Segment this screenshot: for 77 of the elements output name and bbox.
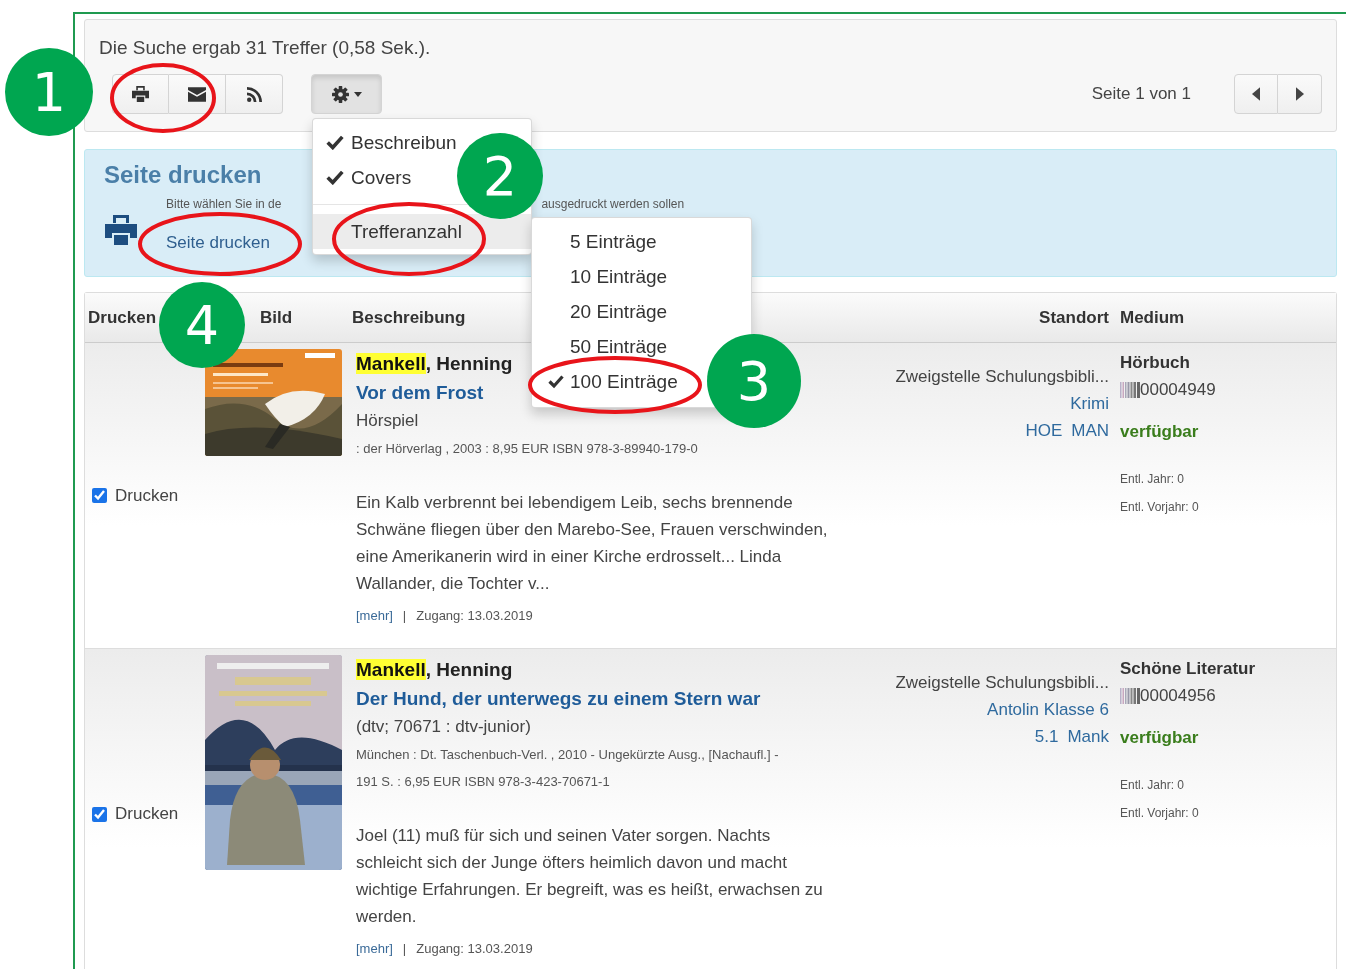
checkbox-label: Drucken [115,485,179,506]
gear-icon [331,85,349,103]
page-indicator: Seite 1 von 1 [1091,84,1191,104]
envelope-icon [188,86,206,102]
series-text: (dtv; 70671 : dtv-junior) [356,716,531,738]
more-link[interactable]: [mehr] [356,606,393,626]
checkbox-label: Drucken [115,804,179,824]
loan-count: Entl. Vorjahr: 0 [1120,499,1199,516]
email-button[interactable] [169,74,226,114]
step-number: 1 [5,48,93,136]
rss-button[interactable] [226,74,283,114]
arrow-right-icon [1295,87,1304,101]
accession-date: Zugang: 13.03.2019 [416,607,533,625]
menu-item[interactable]: 5 Einträge [548,229,657,254]
menu-item[interactable]: 100 Einträge [548,369,678,394]
shelfmark: HOE [1025,420,1063,442]
availability-status: verfügbar [1120,727,1199,749]
menu-item[interactable]: 20 Einträge [548,299,668,324]
barcode-icon [1120,687,1140,704]
hint-text: Bitte wählen Sie in de [166,196,282,212]
arrow-left-icon [1252,87,1260,101]
loan-count: Entl. Vorjahr: 0 [1120,805,1199,822]
next-page-button[interactable] [1278,74,1322,114]
medium-type: Hörbuch [1120,352,1190,374]
column-header: Medium [1120,307,1185,328]
title-link[interactable]: Vor dem Frost [356,378,484,407]
imprint-text: : der Hörverlag , 2003 : 8,95 EUR ISBN 978-3-89940-179-0 [356,440,699,458]
section-name: Krimi [1070,393,1109,415]
column-header: Beschreibung [352,307,466,328]
shelfmark: 5.1 [1034,726,1059,748]
column-header: Drucken [88,307,157,328]
branch-name: Zweigstelle Schulungsbibli... [895,366,1109,388]
settings-button[interactable] [311,74,382,114]
title-link[interactable]: Der Hund, der unterwegs zu einem Stern war [356,684,761,713]
result-summary: Die Suche ergab 31 Treffer (0,58 Sek.). [99,36,431,60]
more-link[interactable]: [mehr] [356,939,393,959]
shelfmark: Mank [1067,726,1109,748]
branch-name: Zweigstelle Schulungsbibli... [895,672,1109,694]
caret-icon [353,91,362,97]
barcode-number: 00004956 [1140,685,1216,707]
availability-status: verfügbar [1120,421,1199,443]
loan-count: Entl. Jahr: 0 [1120,777,1185,794]
print-page-link[interactable]: Seite drucken [166,232,270,254]
print-checkbox[interactable] [92,806,107,822]
rss-icon [246,86,262,102]
separator: | [402,940,407,958]
abstract-text: Joel (11) muß für sich und seinen Vater sorgen. Nachts schleicht sich der Junge öfters heimlich davon und macht wichtige Erfahrungen. Er begreift, was es heißt, erwachsen zu werden. [356,825,824,928]
author-name: Mankell, Henning [356,352,513,376]
previous-page-button[interactable] [1234,74,1278,114]
abstract-text: Ein Kalb verbrennt bei lebendigem Leib, sechs brennende Schwäne fliegen über den Marebo-See, Frauen verschwinden, eine Amerikanerin wird in einer Kirche erdrosselt... Linda Wallander, die Tochter v... [356,492,829,595]
medium-type: Schöne Literatur [1120,658,1256,680]
series-text: Hörspiel [356,410,419,432]
check-icon [326,170,344,185]
menu-item[interactable]: 50 Einträge [548,334,668,359]
column-header: Standort [1039,307,1109,328]
barcode-icon [1120,381,1140,398]
section-name: Antolin Klasse 6 [987,699,1109,721]
printer-icon [104,215,138,245]
author-name: Mankell, Henning [356,658,513,682]
shelfmark: MAN [1071,420,1109,442]
check-icon [548,374,564,389]
print-checkbox[interactable] [92,488,107,503]
barcode-number: 00004949 [1140,379,1216,401]
accession-date: Zugang: 13.03.2019 [416,940,533,958]
separator: | [402,607,407,625]
imprint-text: München : Dt. Taschenbuch-Verl. , 2010 - Ungekürzte Ausg., [Nachaufl.] - 191 S. : 6,95 EUR ISBN 978-3-423-70671-1 [356,746,780,791]
panel-title: Seite drucken [104,161,262,189]
printer-icon [132,86,149,102]
menu-item[interactable]: Covers [326,165,412,190]
print-button[interactable] [112,74,169,114]
check-icon [326,135,344,150]
hint-text: ausgedruckt werden sollen [541,196,685,212]
menu-item[interactable]: 10 Einträge [548,264,668,289]
loan-count: Entl. Jahr: 0 [1120,471,1185,488]
menu-item[interactable]: Beschreibun [326,130,457,155]
menu-item[interactable]: Trefferanzahl [351,219,462,244]
column-header: Bild [259,307,293,328]
